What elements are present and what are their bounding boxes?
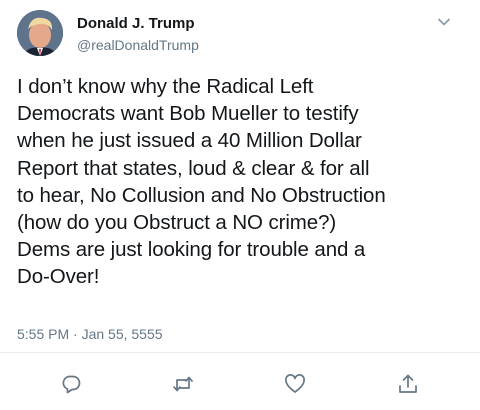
author-display-name[interactable]: Donald J. Trump [77,15,195,32]
tweet-text: I don’t know why the Radical Left Democr… [17,75,386,289]
reply-button[interactable] [60,373,82,395]
divider [0,352,480,353]
retweet-button[interactable] [172,373,194,395]
share-button[interactable] [397,373,419,395]
like-button[interactable] [284,373,306,395]
reply-icon [62,375,81,394]
tweet-card: Donald J. Trump @realDonaldTrump I don’t… [0,0,480,410]
author-handle[interactable]: @realDonaldTrump [77,37,199,53]
share-icon [399,374,417,393]
avatar[interactable] [17,10,63,56]
profile-photo-icon [17,10,63,56]
chevron-down-icon[interactable] [436,14,452,30]
tweet-timestamp[interactable]: 5:55 PM · Jan 55, 5555 [17,326,163,342]
heart-icon [285,374,305,393]
retweet-icon [173,376,193,392]
